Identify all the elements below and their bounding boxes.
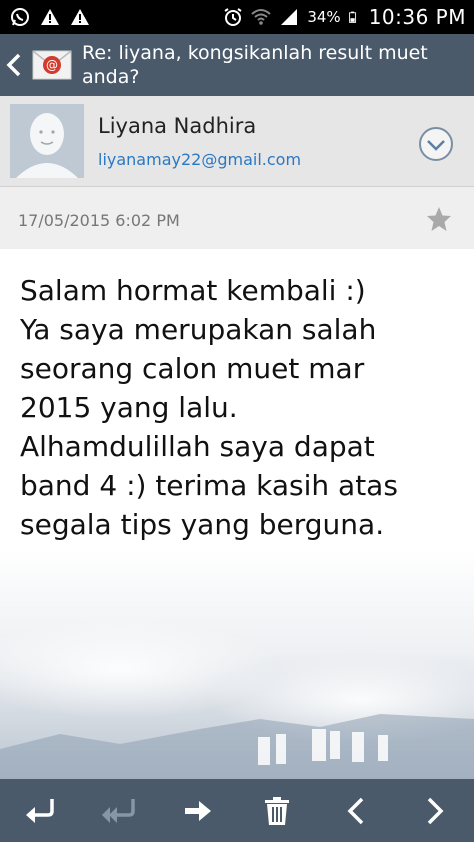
message-line: Salam hormat kembali :) <box>20 274 366 307</box>
email-app-icon[interactable]: @ <box>32 48 72 82</box>
sender-email[interactable]: liyanamay22@gmail.com <box>98 150 301 169</box>
warning-icon <box>41 9 59 25</box>
star-icon[interactable] <box>425 205 453 233</box>
message-line: Alhamdulillah saya dapat <box>20 430 375 463</box>
reply-all-icon <box>101 798 135 823</box>
email-subject: Re: liyana, kongsikanlah result muet and… <box>82 42 428 88</box>
battery-percent: 34% <box>307 8 341 26</box>
back-button[interactable] <box>0 34 28 96</box>
reply-icon <box>25 798 54 823</box>
default-avatar-icon <box>10 104 84 178</box>
message-text: Salam hormat kembali :) Ya saya merupaka… <box>20 271 460 544</box>
background-image <box>0 549 474 779</box>
battery-icon <box>348 11 356 23</box>
bottom-toolbar <box>0 779 474 842</box>
previous-message-button[interactable] <box>332 787 380 835</box>
forward-button[interactable] <box>174 787 222 835</box>
trash-icon <box>264 796 289 825</box>
alarm-icon <box>224 8 242 26</box>
sender-header[interactable]: Liyana Nadhira liyanamay22@gmail.com <box>0 96 474 187</box>
clock: 10:36 PM <box>368 5 466 29</box>
message-line: segala tips yang berguna. <box>20 508 385 541</box>
forward-arrow-icon <box>184 800 211 821</box>
status-bar: 34% 10:36 PM <box>0 0 474 34</box>
whatsapp-icon <box>11 8 29 26</box>
message-body: Salam hormat kembali :) Ya saya merupaka… <box>0 249 474 779</box>
svg-text:@: @ <box>46 58 58 72</box>
message-line: seorang calon muet mar <box>20 352 365 385</box>
chevron-left-icon <box>347 797 363 824</box>
chevron-right-icon <box>427 797 443 824</box>
message-line: band 4 :) terima kasih atas <box>20 469 398 502</box>
next-message-button[interactable] <box>411 787 459 835</box>
expand-details-button[interactable] <box>418 126 454 162</box>
action-bar: @ Re: liyana, kongsikanlah result muet a… <box>0 34 474 96</box>
message-line: 2015 yang lalu. <box>20 391 238 424</box>
wifi-icon <box>251 9 272 25</box>
sender-name: Liyana Nadhira <box>98 114 257 138</box>
delete-button[interactable] <box>253 787 301 835</box>
chevron-left-icon <box>6 53 21 77</box>
reply-button[interactable] <box>16 787 64 835</box>
warning-icon <box>71 9 89 25</box>
reply-all-button[interactable] <box>95 787 143 835</box>
avatar <box>10 104 84 178</box>
message-line: Ya saya merupakan salah <box>20 313 377 346</box>
signal-icon <box>281 9 298 25</box>
message-date: 17/05/2015 6:02 PM <box>18 211 180 230</box>
message-meta: 17/05/2015 6:02 PM <box>0 187 474 249</box>
